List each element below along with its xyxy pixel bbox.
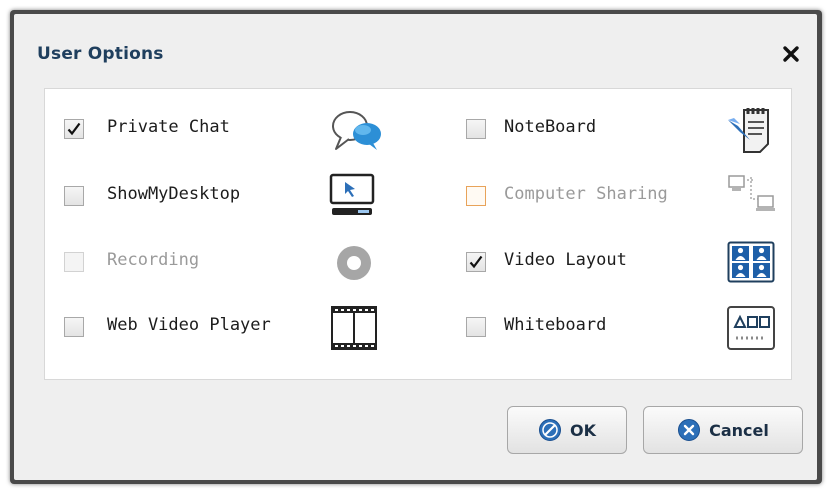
close-icon <box>783 46 799 62</box>
option-private-chat[interactable]: Private Chat <box>64 114 324 144</box>
recording-label: Recording <box>107 250 200 270</box>
option-whiteboard[interactable]: Whiteboard <box>466 312 706 342</box>
dialog-title: User Options <box>37 44 164 64</box>
video-layout-icon <box>727 241 775 283</box>
ok-button[interactable]: OK <box>507 406 627 454</box>
computer-sharing-checkbox[interactable] <box>466 186 486 206</box>
private-chat-label: Private Chat <box>107 117 230 137</box>
option-recording: Recording <box>64 247 324 277</box>
web-video-player-checkbox[interactable] <box>64 317 84 337</box>
chat-bubbles-icon <box>332 111 381 150</box>
video-layout-label: Video Layout <box>504 250 627 270</box>
checkmark-icon <box>469 255 483 269</box>
cancel-button[interactable]: Cancel <box>643 406 803 454</box>
video-layout-checkbox[interactable] <box>466 252 486 272</box>
noteboard-checkbox[interactable] <box>466 119 486 139</box>
option-noteboard[interactable]: NoteBoard <box>466 114 706 144</box>
computer-sharing-label: Computer Sharing <box>504 184 668 204</box>
option-web-video-player[interactable]: Web Video Player <box>64 312 324 342</box>
noteboard-label: NoteBoard <box>504 117 597 137</box>
ok-label: OK <box>570 420 596 440</box>
option-video-layout[interactable]: Video Layout <box>466 247 706 277</box>
cancel-label: Cancel <box>709 420 769 440</box>
option-computer-sharing[interactable]: Computer Sharing <box>466 181 716 211</box>
noteboard-icon <box>728 108 769 153</box>
close-button[interactable] <box>777 38 805 70</box>
recording-checkbox <box>64 252 84 272</box>
recording-disc-icon <box>337 246 371 280</box>
showmydesktop-label: ShowMyDesktop <box>107 184 241 204</box>
desktop-share-icon <box>329 173 375 215</box>
web-video-player-label: Web Video Player <box>107 315 271 335</box>
whiteboard-checkbox[interactable] <box>466 317 486 337</box>
film-strip-icon <box>331 306 377 350</box>
ok-icon <box>539 419 561 441</box>
checkmark-icon <box>67 122 81 136</box>
cancel-icon <box>678 419 701 441</box>
whiteboard-label: Whiteboard <box>504 315 607 335</box>
private-chat-checkbox[interactable] <box>64 119 84 139</box>
option-showmydesktop[interactable]: ShowMyDesktop <box>64 181 324 211</box>
computer-sharing-icon <box>728 175 775 211</box>
whiteboard-icon <box>727 306 775 350</box>
showmydesktop-checkbox[interactable] <box>64 186 84 206</box>
